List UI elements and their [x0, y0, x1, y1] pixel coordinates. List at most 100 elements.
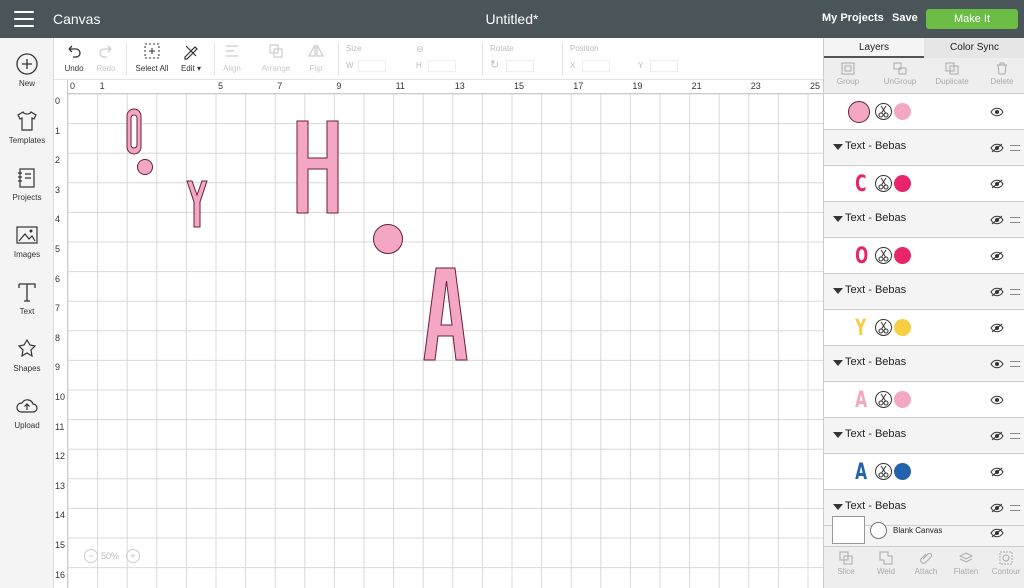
layer-group-row[interactable]: Text - Bebas — [824, 274, 1024, 310]
eye-hidden-icon[interactable] — [990, 251, 1004, 261]
edit-dropdown[interactable]: Edit ▾ — [176, 42, 206, 73]
expand-triangle-icon[interactable] — [833, 432, 843, 438]
eye-hidden-icon[interactable] — [990, 287, 1004, 297]
eye-hidden-icon[interactable] — [990, 323, 1004, 333]
x-input[interactable] — [582, 60, 610, 72]
letter-a-shape[interactable] — [423, 267, 468, 361]
hamburger-menu-icon[interactable] — [14, 11, 34, 27]
dot-large-shape[interactable] — [373, 224, 403, 254]
letter-o-shape[interactable] — [126, 108, 142, 155]
flatten-button[interactable]: Flatten — [948, 551, 984, 576]
lock-aspect-icon[interactable]: ⊖ — [416, 44, 424, 55]
drag-handle-icon[interactable] — [1010, 433, 1020, 439]
drag-handle-icon[interactable] — [1010, 361, 1020, 367]
eye-hidden-icon[interactable] — [990, 215, 1004, 225]
duplicate-button[interactable]: Duplicate — [930, 62, 974, 86]
sidebar-item-upload[interactable]: Upload — [0, 394, 54, 430]
layer-item-row[interactable]: A — [824, 382, 1024, 418]
eye-hidden-icon[interactable] — [990, 179, 1004, 189]
layer-color-swatch[interactable] — [894, 319, 911, 336]
undo-button[interactable]: Undo — [60, 42, 88, 73]
layer-color-swatch[interactable] — [894, 463, 911, 480]
sidebar-item-images[interactable]: Images — [0, 223, 54, 259]
height-input[interactable] — [428, 60, 456, 72]
layer-group-row[interactable]: Text - Bebas — [824, 418, 1024, 454]
layer-item-row[interactable]: C — [824, 166, 1024, 202]
expand-triangle-icon[interactable] — [833, 144, 843, 150]
zoom-out-icon[interactable]: − — [84, 549, 98, 563]
edit-tools-icon — [184, 45, 198, 60]
attach-button[interactable]: Attach — [908, 551, 944, 576]
redo-button[interactable]: Redo — [92, 42, 120, 73]
layer-group-row[interactable]: Text - Bebas — [824, 130, 1024, 166]
design-canvas[interactable]: 0 1 5 7 9 11 13 15 17 19 21 23 25 0 1 2 3 4 5 6 7 8 9 10 11 12 13… — [54, 80, 823, 588]
my-projects-link[interactable]: My Projects — [822, 12, 884, 24]
sidebar-item-new[interactable]: New — [0, 52, 54, 88]
width-input[interactable] — [358, 60, 386, 72]
scissors-icon[interactable] — [875, 103, 892, 120]
letter-y-shape[interactable] — [186, 180, 208, 228]
layer-color-swatch[interactable] — [894, 175, 911, 192]
sidebar-item-shapes[interactable]: Shapes — [0, 337, 54, 373]
align-dropdown[interactable]: Align — [218, 42, 246, 73]
layer-color-swatch[interactable] — [894, 103, 911, 120]
layer-group-row[interactable]: Text - Bebas — [824, 202, 1024, 238]
scissors-icon[interactable] — [875, 175, 892, 192]
select-all-button[interactable]: Select All — [134, 42, 170, 73]
eye-hidden-icon[interactable] — [990, 503, 1004, 513]
dot-small-shape[interactable] — [137, 159, 153, 175]
scissors-icon[interactable] — [875, 391, 892, 408]
expand-triangle-icon[interactable] — [833, 360, 843, 366]
slice-button[interactable]: Slice — [828, 551, 864, 576]
sidebar-item-text[interactable]: Text — [0, 280, 54, 316]
drag-handle-icon[interactable] — [1010, 145, 1020, 151]
layer-color-swatch[interactable] — [894, 391, 911, 408]
scissors-icon[interactable] — [875, 247, 892, 264]
eye-icon[interactable] — [990, 107, 1004, 117]
eye-hidden-icon[interactable] — [990, 143, 1004, 153]
flip-dropdown[interactable]: Flip — [302, 42, 330, 73]
layer-item-row[interactable]: O — [824, 238, 1024, 274]
blank-canvas-color[interactable] — [870, 522, 887, 539]
expand-triangle-icon[interactable] — [833, 504, 843, 510]
layer-group-row[interactable]: Text - Bebas — [824, 346, 1024, 382]
drag-handle-icon[interactable] — [1010, 505, 1020, 511]
y-input[interactable] — [650, 60, 678, 72]
blank-canvas-swatch[interactable] — [832, 516, 865, 544]
layer-item-row[interactable]: A — [824, 454, 1024, 490]
document-title[interactable]: Untitled* — [486, 11, 539, 27]
eye-icon[interactable] — [990, 395, 1004, 405]
save-button[interactable]: Save — [892, 12, 918, 24]
sidebar-item-label: Images — [13, 250, 41, 259]
make-it-button[interactable]: Make It — [926, 9, 1018, 29]
letter-h-shape[interactable] — [296, 120, 339, 214]
ungroup-button[interactable]: UnGroup — [878, 62, 922, 86]
drag-handle-icon[interactable] — [1010, 217, 1020, 223]
eye-hidden-icon[interactable] — [990, 431, 1004, 441]
cloud-upload-icon — [16, 399, 38, 413]
expand-triangle-icon[interactable] — [833, 288, 843, 294]
layer-color-swatch[interactable] — [894, 247, 911, 264]
tab-color-sync[interactable]: Color Sync — [924, 38, 1024, 58]
weld-button[interactable]: Weld — [868, 551, 904, 576]
contour-button[interactable]: Contour — [988, 551, 1024, 576]
rotate-input[interactable] — [506, 60, 534, 72]
toolbar-divider — [126, 42, 127, 76]
eye-icon[interactable] — [990, 359, 1004, 369]
tab-layers[interactable]: Layers — [824, 38, 924, 58]
delete-button[interactable]: Delete — [984, 62, 1020, 86]
group-button[interactable]: Group — [828, 62, 868, 86]
layer-item-row[interactable]: Y — [824, 310, 1024, 346]
zoom-in-icon[interactable]: + — [126, 549, 140, 563]
layer-thumbnail: A — [855, 388, 868, 413]
eye-hidden-icon[interactable] — [990, 467, 1004, 477]
arrange-dropdown[interactable]: Arrange — [256, 42, 296, 73]
sidebar-item-templates[interactable]: Templates — [0, 109, 54, 145]
sidebar-item-projects[interactable]: Projects — [0, 166, 54, 202]
layer-item-row[interactable] — [824, 94, 1024, 130]
scissors-icon[interactable] — [875, 463, 892, 480]
expand-triangle-icon[interactable] — [833, 216, 843, 222]
drag-handle-icon[interactable] — [1010, 289, 1020, 295]
scissors-icon[interactable] — [875, 319, 892, 336]
eye-hidden-icon[interactable] — [990, 528, 1004, 538]
